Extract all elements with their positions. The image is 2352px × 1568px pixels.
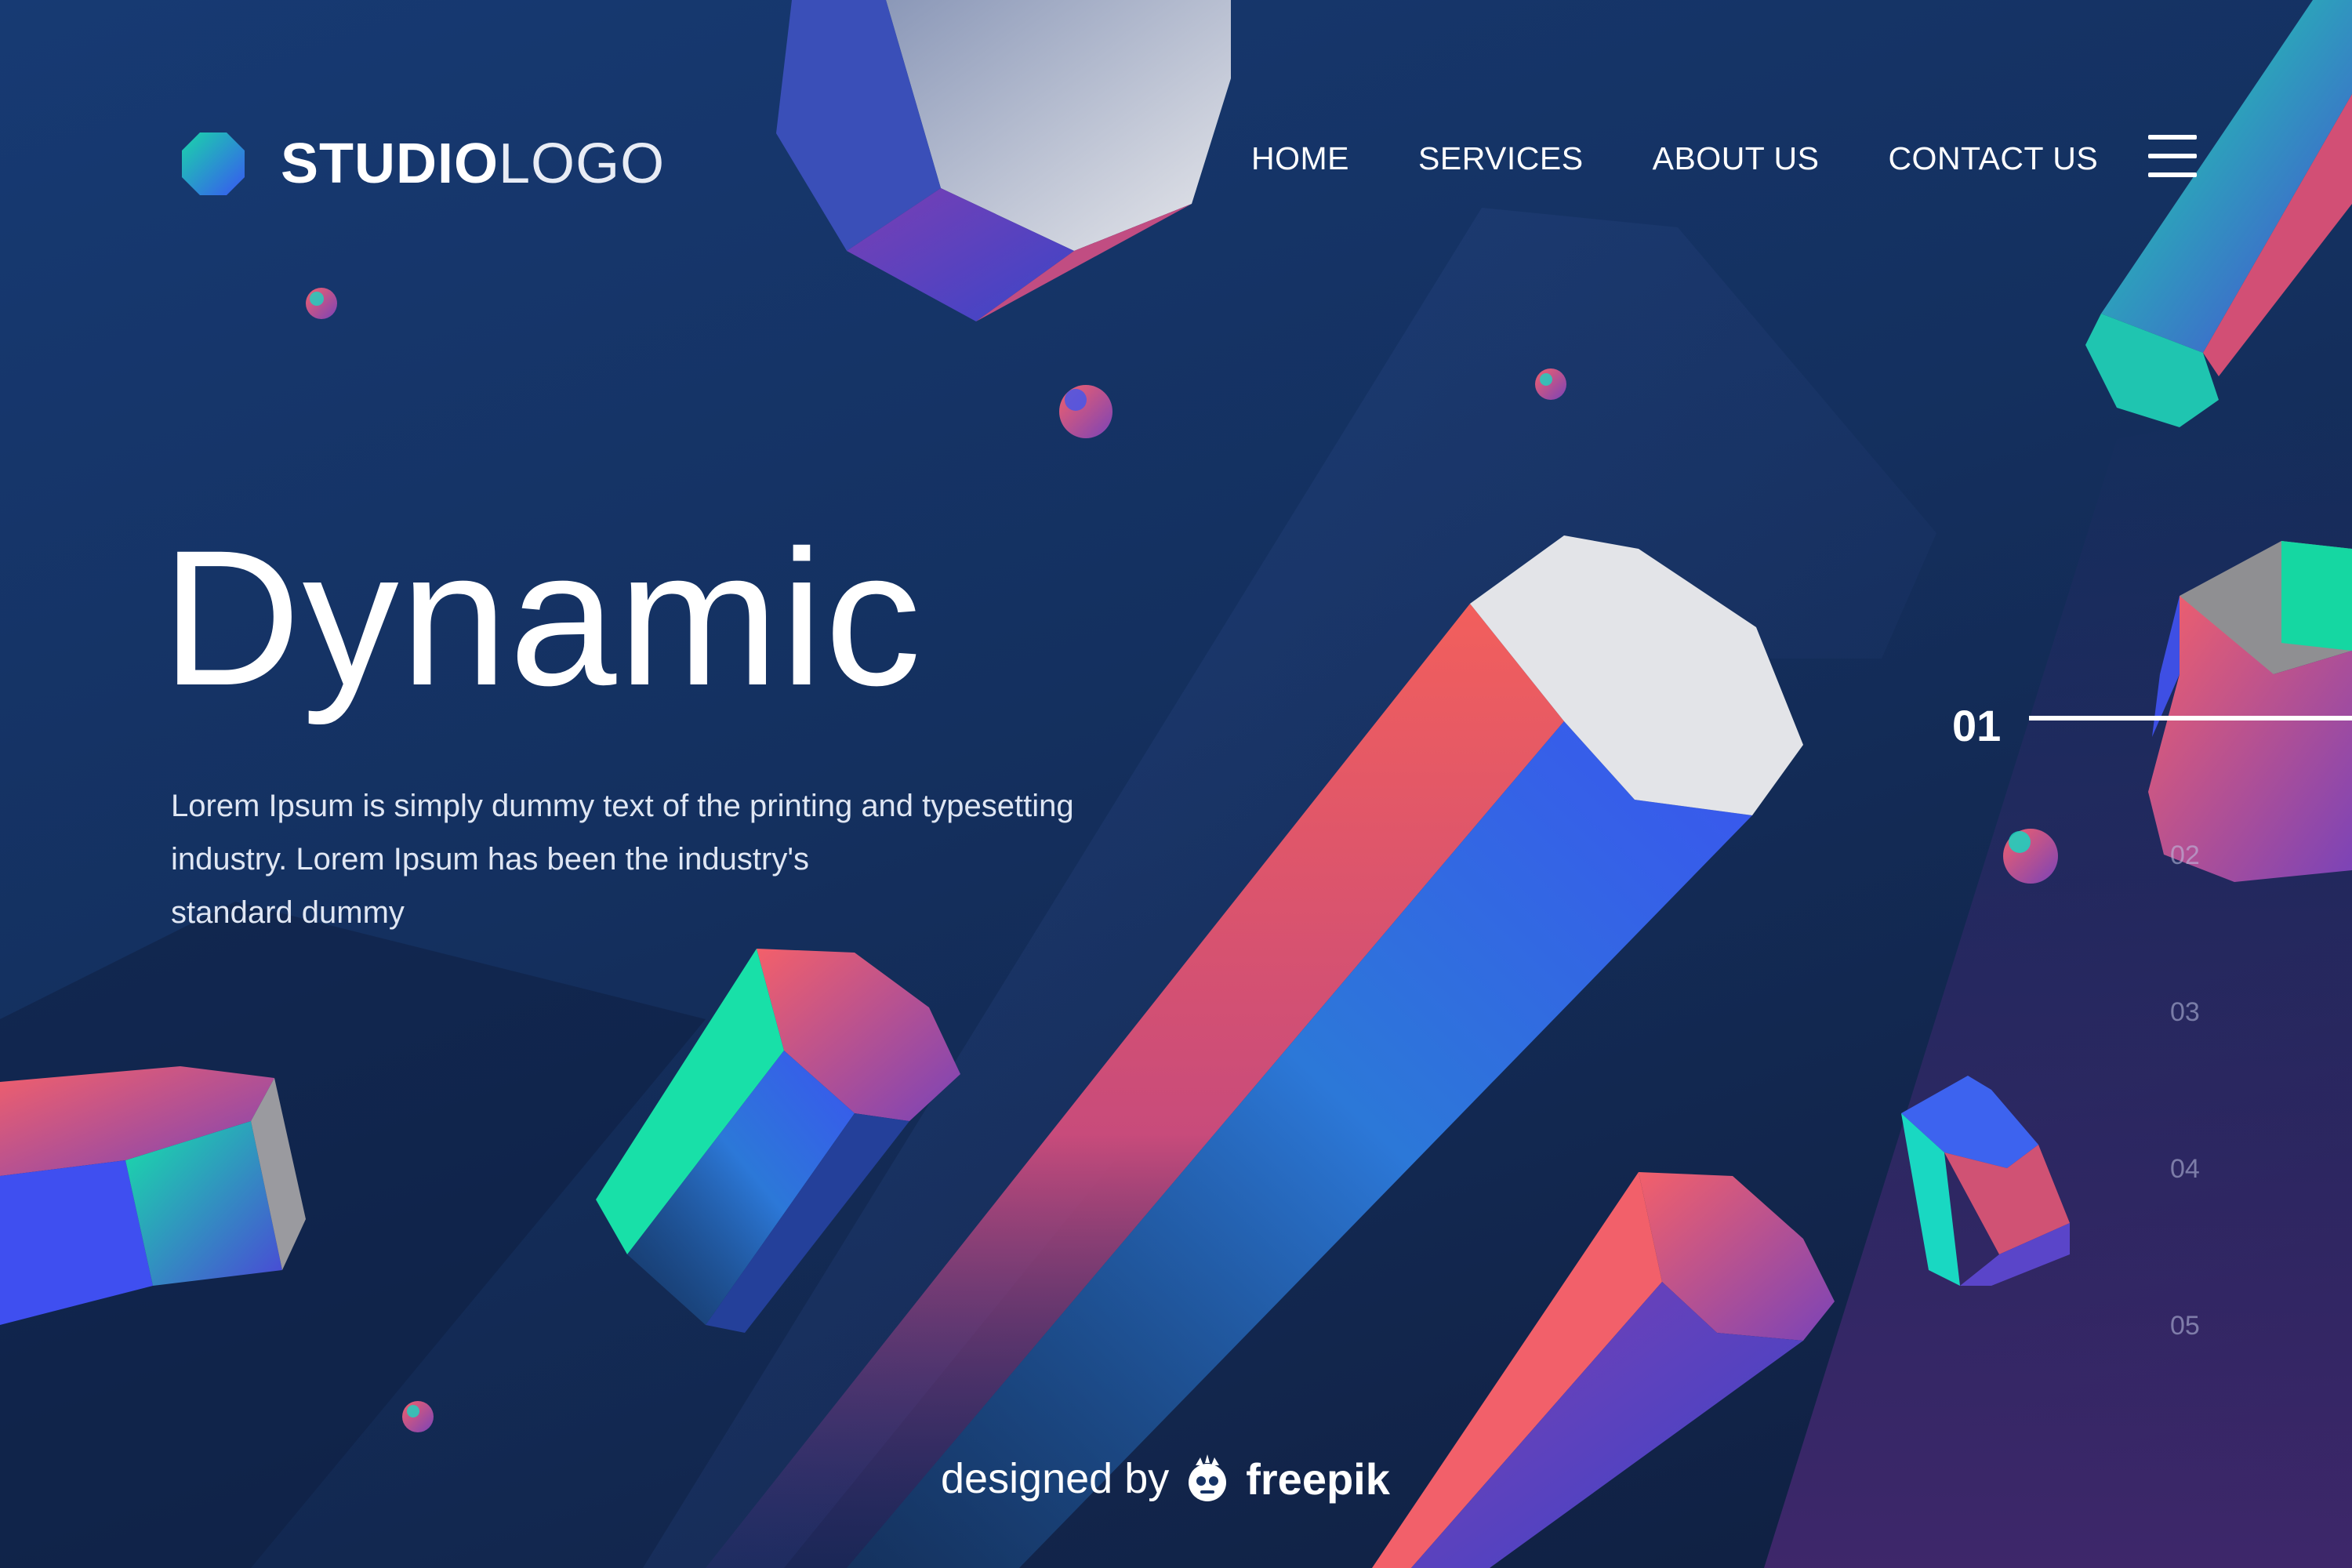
gem bbox=[1059, 385, 1112, 438]
nav-contact-link[interactable]: CONTACT US bbox=[1888, 140, 2098, 177]
freepik-mascot-icon bbox=[1189, 1454, 1227, 1501]
hamburger-bar bbox=[2148, 172, 2197, 177]
hero-description: Lorem Ipsum is simply dummy text of the … bbox=[171, 779, 1174, 939]
logo-light: LOGO bbox=[499, 132, 666, 195]
gem bbox=[306, 288, 337, 319]
logo-bold: STUDIO bbox=[281, 132, 499, 195]
top-right-prism bbox=[2085, 0, 2352, 427]
pager-item[interactable]: 02 bbox=[2170, 842, 2200, 869]
top-prism bbox=[776, 0, 1231, 321]
pager-item[interactable]: 03 bbox=[2170, 999, 2200, 1025]
hamburger-bar bbox=[2148, 154, 2197, 158]
pager-item[interactable]: 05 bbox=[2170, 1312, 2200, 1339]
pager-item[interactable]: 04 bbox=[2170, 1156, 2200, 1182]
bottom-right-prism bbox=[1372, 1172, 1835, 1568]
studio-logo[interactable]: STUDIOLOGO bbox=[180, 130, 665, 198]
nav-services-link[interactable]: SERVICES bbox=[1418, 140, 1584, 177]
hamburger-bar bbox=[2148, 135, 2197, 140]
hero-title: Dynamic bbox=[162, 510, 923, 726]
pager-item-active[interactable]: 01 bbox=[1952, 704, 2001, 748]
logo-wordmark: STUDIOLOGO bbox=[281, 136, 665, 192]
hamburger-menu-icon[interactable] bbox=[2148, 135, 2197, 177]
gem bbox=[1535, 368, 1566, 400]
hero-description-line: standard dummy bbox=[171, 895, 405, 930]
hero-description-line: Lorem Ipsum is simply dummy text of the … bbox=[171, 789, 1074, 823]
credit-brand: freepik bbox=[1246, 1454, 1390, 1504]
pager-active-line bbox=[2029, 716, 2352, 720]
gem bbox=[402, 1401, 434, 1432]
gem bbox=[2003, 829, 2058, 884]
nav-home-link[interactable]: HOME bbox=[1251, 140, 1349, 177]
main-nav: HOME SERVICES ABOUT US CONTACT US bbox=[1251, 135, 2098, 182]
credit-prefix: designed by bbox=[941, 1455, 1170, 1502]
nav-about-link[interactable]: ABOUT US bbox=[1653, 140, 1820, 177]
freepik-credit[interactable]: designed by freepik bbox=[941, 1447, 1390, 1510]
hero-description-line: industry. Lorem Ipsum has been the indus… bbox=[171, 842, 809, 877]
octagon-logo-icon bbox=[182, 132, 245, 195]
